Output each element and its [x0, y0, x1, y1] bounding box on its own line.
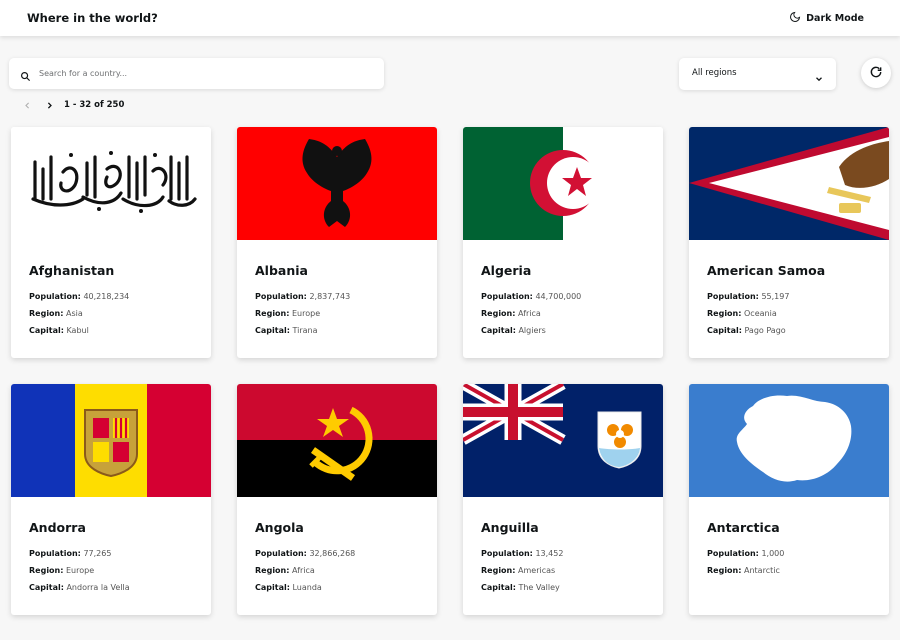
country-card-antarctica[interactable]: Antarctica Population: 1,000 Region: Ant…	[689, 384, 889, 615]
refresh-icon	[869, 64, 883, 83]
search-input[interactable]	[39, 58, 369, 89]
moon-icon	[789, 11, 801, 26]
capital-row: Capital: The Valley	[481, 583, 560, 592]
country-name: Anguilla	[481, 520, 539, 535]
capital-row: Capital: Pago Pago	[707, 326, 786, 335]
country-card-anguilla[interactable]: Anguilla Population: 13,452 Region: Amer…	[463, 384, 663, 615]
population-row: Population: 44,700,000	[481, 292, 582, 301]
search-icon	[20, 67, 31, 86]
next-page-button[interactable]	[42, 98, 56, 112]
region-row: Region: Europe	[29, 566, 95, 575]
capital-row: Capital: Algiers	[481, 326, 546, 335]
region-row: Region: Antarctic	[707, 566, 780, 575]
refresh-button[interactable]	[861, 58, 891, 88]
population-row: Population: 1,000	[707, 549, 785, 558]
pagination-range: 1 - 32 of 250	[64, 100, 125, 110]
previous-page-button[interactable]	[20, 98, 34, 112]
population-row: Population: 32,866,268	[255, 549, 356, 558]
region-row: Region: Asia	[29, 309, 83, 318]
dark-mode-label: Dark Mode	[806, 13, 864, 24]
flag-american-samoa	[689, 127, 889, 240]
country-card-angola[interactable]: Angola Population: 32,866,268 Region: Af…	[237, 384, 437, 615]
population-row: Population: 77,265	[29, 549, 112, 558]
chevron-down-icon	[814, 69, 824, 88]
country-name: Antarctica	[707, 520, 780, 535]
population-row: Population: 40,218,234	[29, 292, 130, 301]
country-name: Angola	[255, 520, 304, 535]
country-card-algeria[interactable]: Algeria Population: 44,700,000 Region: A…	[463, 127, 663, 358]
region-row: Region: Africa	[255, 566, 315, 575]
flag-afghanistan	[11, 127, 211, 240]
flag-albania	[237, 127, 437, 240]
flag-andorra	[11, 384, 211, 497]
country-card-american-samoa[interactable]: American Samoa Population: 55,197 Region…	[689, 127, 889, 358]
population-row: Population: 13,452	[481, 549, 564, 558]
region-row: Region: Africa	[481, 309, 541, 318]
capital-row: Capital: Luanda	[255, 583, 322, 592]
country-name: Andorra	[29, 520, 86, 535]
country-card-afghanistan[interactable]: Afghanistan Population: 40,218,234 Regio…	[11, 127, 211, 358]
capital-row: Capital: Tirana	[255, 326, 318, 335]
region-row: Region: Americas	[481, 566, 556, 575]
flag-angola	[237, 384, 437, 497]
region-row: Region: Oceania	[707, 309, 777, 318]
app-header: Where in the world? Dark Mode	[0, 0, 900, 36]
app-title: Where in the world?	[27, 11, 158, 25]
population-row: Population: 2,837,743	[255, 292, 351, 301]
region-row: Region: Europe	[255, 309, 321, 318]
region-filter-value: All regions	[692, 68, 737, 78]
flag-algeria	[463, 127, 663, 240]
country-card-andorra[interactable]: Andorra Population: 77,265 Region: Europ…	[11, 384, 211, 615]
country-card-albania[interactable]: Albania Population: 2,837,743 Region: Eu…	[237, 127, 437, 358]
country-name: Afghanistan	[29, 263, 115, 278]
country-name: American Samoa	[707, 263, 826, 278]
dark-mode-toggle[interactable]: Dark Mode	[789, 11, 864, 26]
capital-row: Capital: Kabul	[29, 326, 89, 335]
capital-row: Capital: Andorra la Vella	[29, 583, 130, 592]
flag-anguilla	[463, 384, 663, 497]
region-filter-select[interactable]: All regions	[679, 58, 836, 90]
search-box	[9, 58, 384, 89]
flag-antarctica	[689, 384, 889, 497]
country-name: Algeria	[481, 263, 532, 278]
population-row: Population: 55,197	[707, 292, 790, 301]
country-name: Albania	[255, 263, 308, 278]
pagination: 1 - 32 of 250	[20, 98, 124, 112]
